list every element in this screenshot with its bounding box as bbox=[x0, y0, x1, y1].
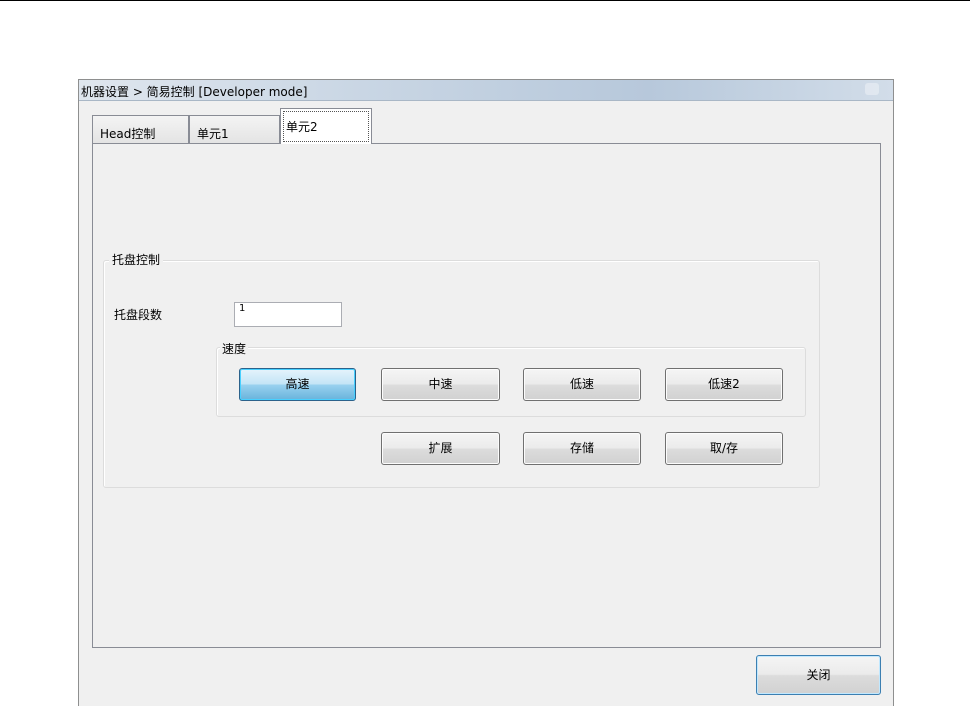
low-speed-button[interactable]: 低速 bbox=[523, 368, 641, 401]
close-button[interactable]: 关闭 bbox=[756, 655, 881, 695]
tray-control-group-label: 托盘控制 bbox=[109, 251, 164, 268]
focus-rectangle bbox=[283, 111, 369, 142]
tab-unit1[interactable]: 单元1 bbox=[189, 115, 280, 144]
store-button[interactable]: 存储 bbox=[523, 432, 641, 465]
low-speed-2-button[interactable]: 低速2 bbox=[665, 368, 783, 401]
settings-window: 机器设置 > 简易控制 [Developer mode] Head控制 单元1 … bbox=[78, 79, 894, 706]
high-speed-button[interactable]: 高速 bbox=[239, 368, 356, 401]
medium-speed-button[interactable]: 中速 bbox=[381, 368, 500, 401]
extend-button[interactable]: 扩展 bbox=[381, 432, 500, 465]
speed-group-label: 速度 bbox=[220, 340, 249, 357]
cancel-store-button[interactable]: 取/存 bbox=[665, 432, 783, 465]
top-border-line bbox=[0, 0, 970, 1]
window-title: 机器设置 > 简易控制 [Developer mode] bbox=[81, 85, 308, 99]
tray-count-input[interactable] bbox=[234, 302, 342, 327]
titlebar-glow-icon bbox=[865, 83, 879, 95]
tab-label: 单元1 bbox=[197, 127, 229, 141]
tab-head-control[interactable]: Head控制 bbox=[92, 115, 189, 144]
title-bar[interactable]: 机器设置 > 简易控制 [Developer mode] bbox=[79, 80, 893, 101]
tab-unit2[interactable]: 单元2 bbox=[280, 108, 372, 144]
tray-count-label: 托盘段数 bbox=[114, 308, 163, 322]
tab-label: Head控制 bbox=[100, 127, 156, 141]
